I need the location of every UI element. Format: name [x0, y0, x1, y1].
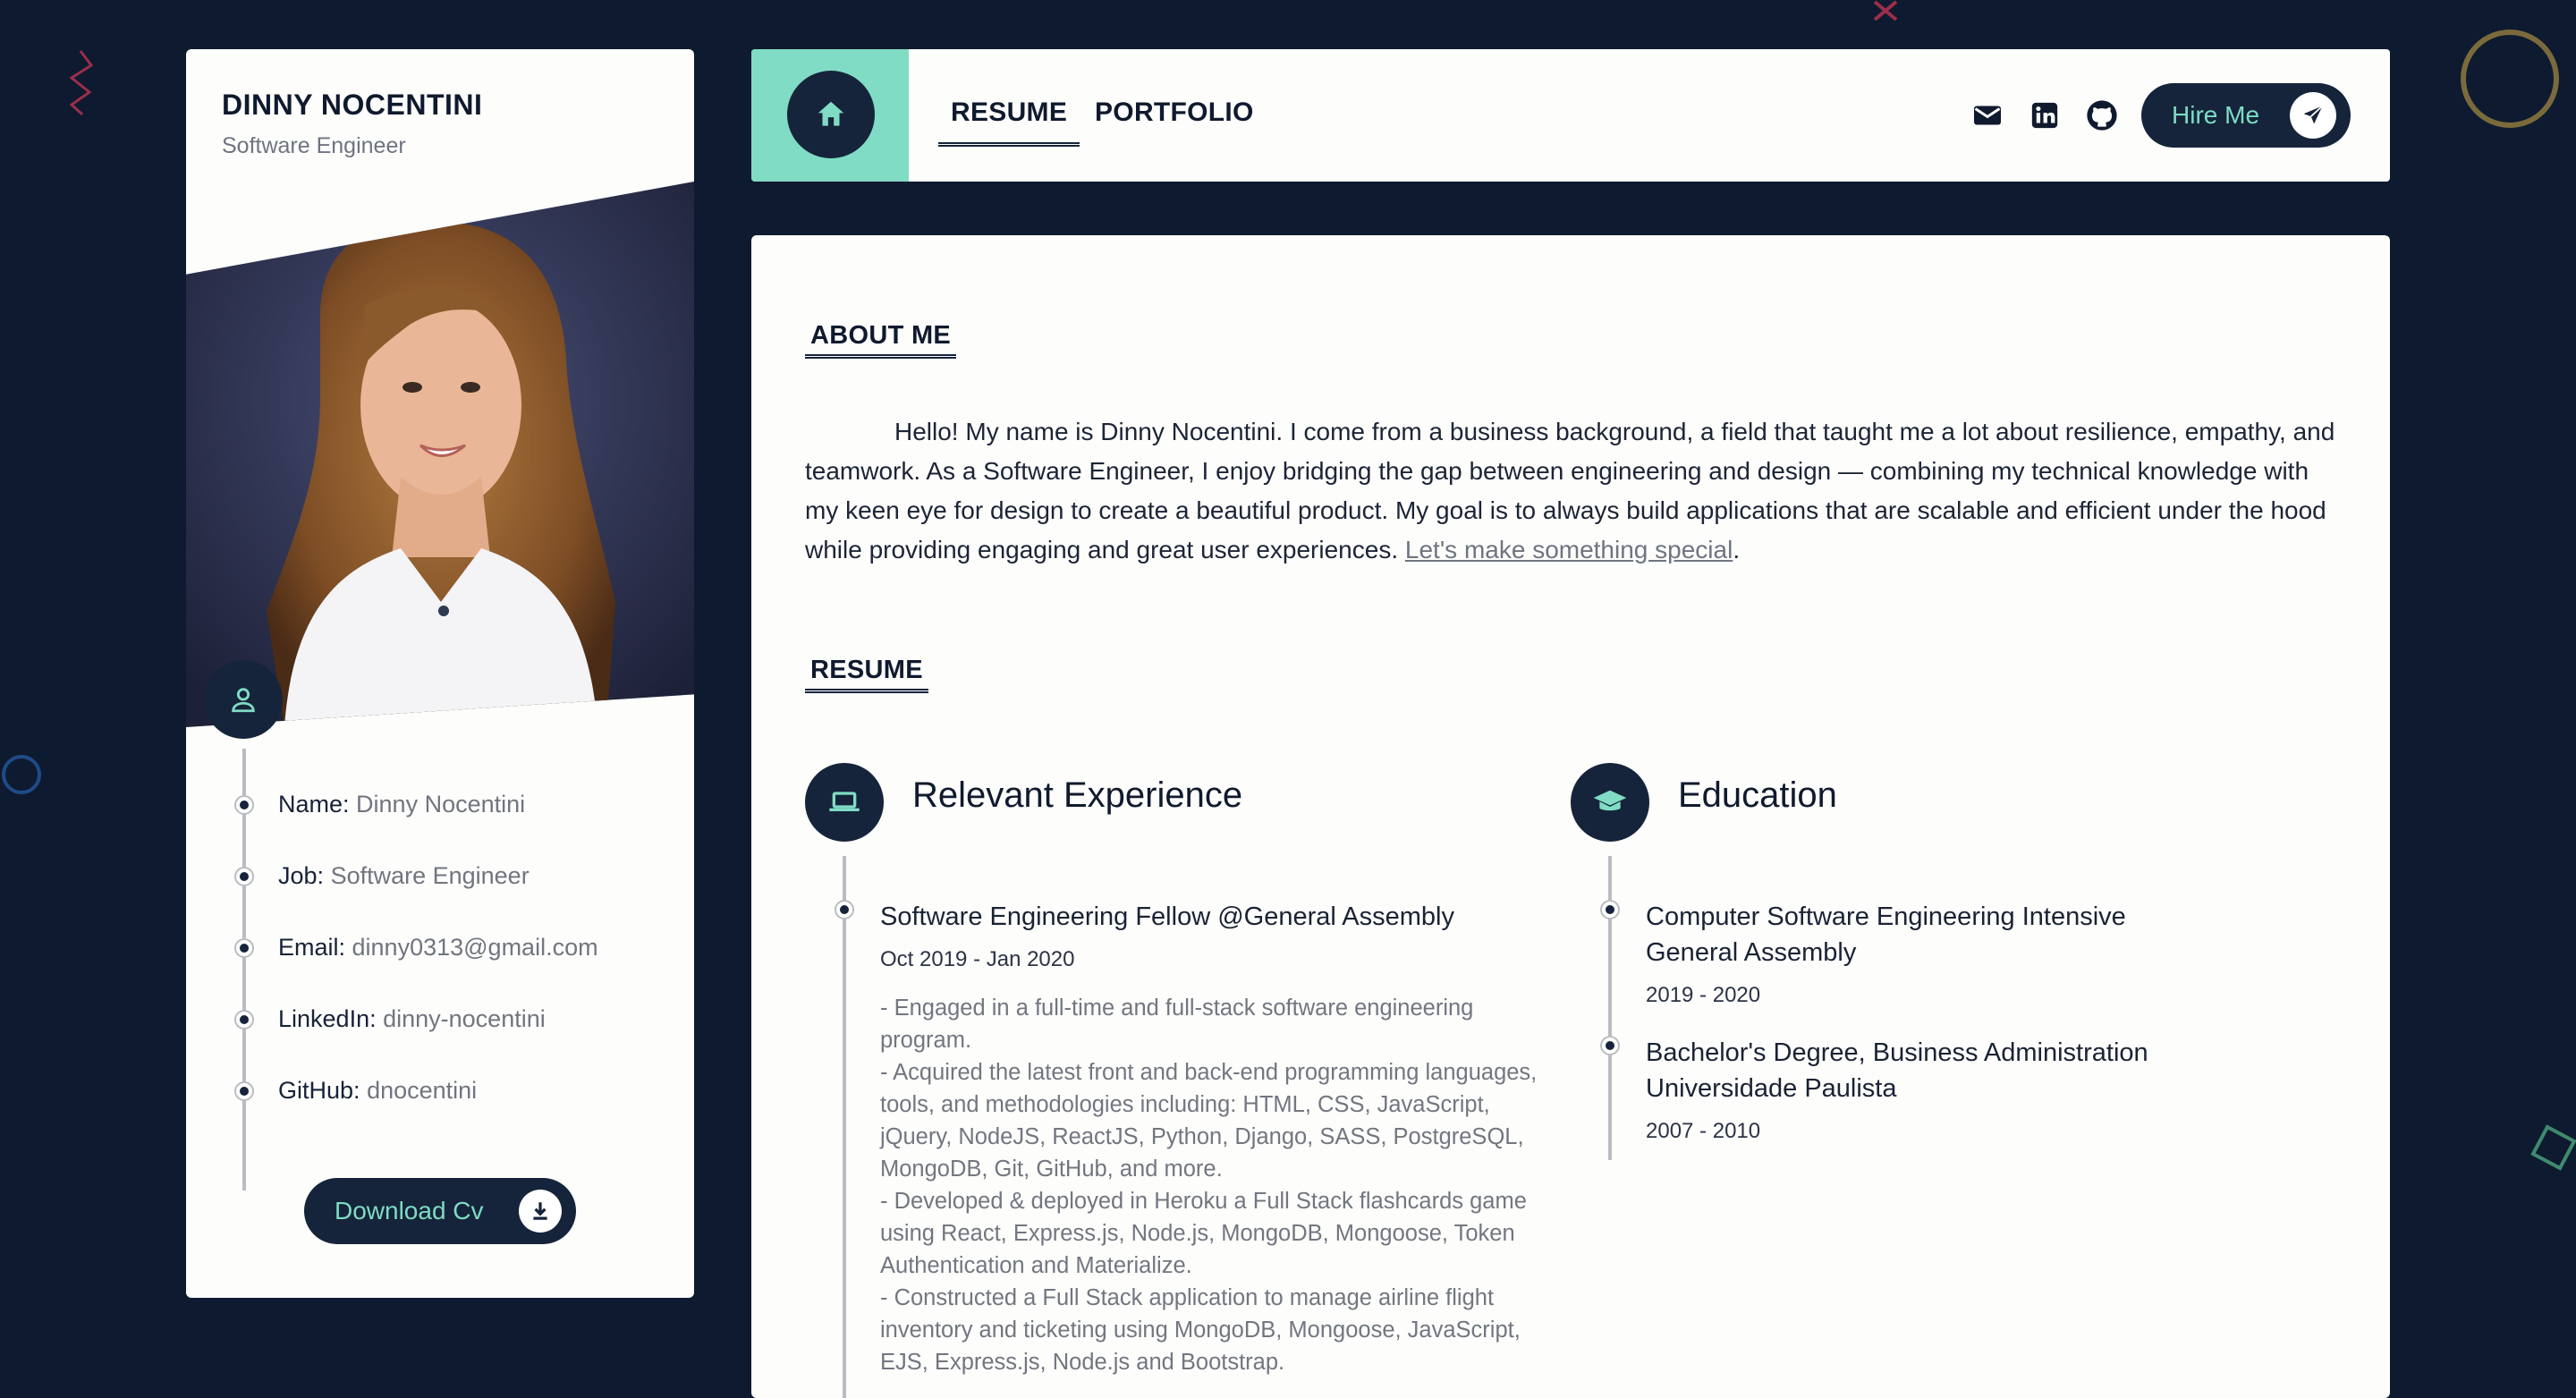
info-name: Name: Dinny Nocentini	[278, 791, 526, 818]
graduation-cap-icon	[1571, 763, 1649, 842]
tab-resume[interactable]: RESUME	[937, 97, 1080, 147]
person-icon	[204, 660, 283, 739]
profile-photo	[186, 182, 694, 727]
linkedin-icon[interactable]	[2027, 97, 2063, 133]
decor-ring-icon	[2461, 30, 2559, 128]
info-email: Email: dinny0313@gmail.com	[278, 934, 598, 961]
download-icon	[519, 1190, 562, 1233]
resume-title: RESUME	[805, 656, 928, 693]
experience-bullet	[836, 902, 852, 918]
info-linkedin: LinkedIn: dinny-nocentini	[278, 1005, 546, 1032]
experience-timeline-line	[843, 856, 846, 1398]
hire-me-label: Hire Me	[2172, 101, 2260, 129]
education-bullet	[1602, 1038, 1618, 1054]
info-bullet	[236, 1012, 252, 1028]
github-icon[interactable]	[2084, 97, 2120, 133]
experience-date: Oct 2019 - Jan 2020	[880, 947, 1075, 971]
info-bullet	[236, 797, 252, 813]
education-heading: Education	[1678, 775, 1837, 815]
hire-me-button[interactable]: Hire Me	[2141, 83, 2351, 148]
mail-icon[interactable]	[1970, 97, 2005, 133]
experience-description: - Engaged in a full-time and full-stack …	[880, 996, 1538, 1375]
contact-link[interactable]: Let's make something special	[1405, 536, 1733, 563]
decor-small-ring-icon	[2, 755, 41, 794]
info-bullet	[236, 940, 252, 956]
info-timeline-line	[242, 749, 246, 1190]
profile-card: DINNY NOCENTINI Software Engineer Name: …	[186, 49, 694, 1298]
education-date: 2007 - 2010	[1646, 1119, 1761, 1143]
experience-title: Software Engineering Fellow @General Ass…	[880, 902, 1454, 931]
info-github: GitHub: dnocentini	[278, 1077, 478, 1104]
decor-square-icon	[2530, 1124, 2576, 1171]
education-date: 2019 - 2020	[1646, 983, 1761, 1007]
home-icon	[818, 101, 844, 126]
info-bullet	[236, 868, 252, 885]
education-title: Computer Software Engineering Intensive …	[1646, 902, 2126, 967]
info-bullet	[236, 1083, 252, 1099]
home-button[interactable]	[787, 71, 875, 158]
education-bullet	[1602, 902, 1618, 918]
tab-portfolio[interactable]: PORTFOLIO	[1095, 97, 1254, 128]
main-content: ABOUT ME Hello! My name is Dinny Nocenti…	[751, 235, 2390, 1398]
decor-zigzag-icon	[69, 50, 94, 116]
about-title: ABOUT ME	[805, 321, 957, 359]
download-cv-label: Download Cv	[335, 1197, 484, 1224]
download-cv-button[interactable]: Download Cv	[304, 1178, 576, 1244]
home-block	[751, 49, 909, 182]
profile-role: Software Engineer	[222, 133, 406, 158]
education-title: Bachelor's Degree, Business Administrati…	[1646, 1038, 2148, 1103]
about-text: Hello! My name is Dinny Nocentini. I com…	[805, 418, 2335, 563]
decor-cross-icon	[1873, 0, 1898, 21]
profile-name: DINNY NOCENTINI	[222, 89, 483, 121]
top-navigation: RESUME PORTFOLIO Hire Me	[751, 49, 2390, 182]
info-job: Job: Software Engineer	[278, 862, 530, 889]
paper-plane-icon	[2290, 92, 2336, 139]
experience-heading: Relevant Experience	[912, 775, 1243, 815]
laptop-icon	[805, 763, 884, 842]
